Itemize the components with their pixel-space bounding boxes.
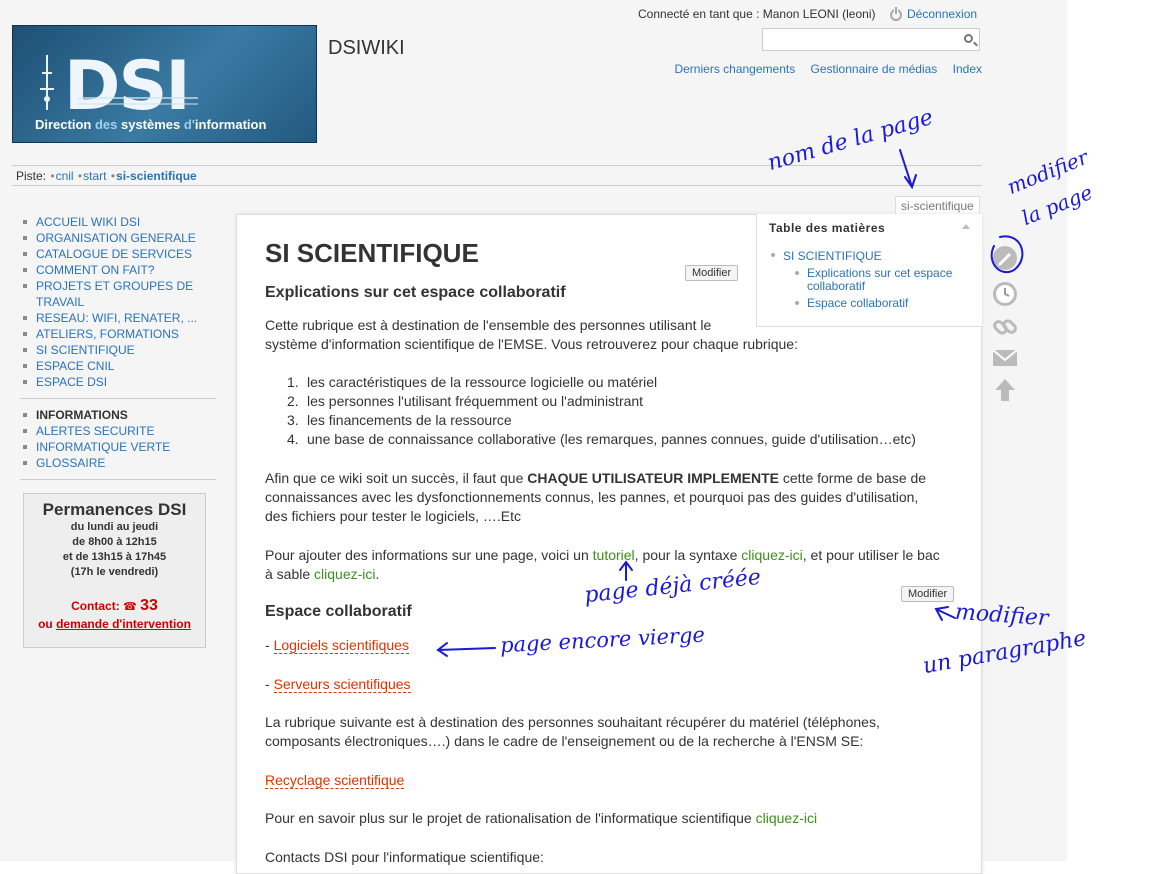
section-heading: Espace collaboratif: [265, 603, 412, 620]
projet-link[interactable]: cliquez-ici: [756, 810, 817, 826]
tutorial-link[interactable]: tutoriel: [593, 547, 635, 563]
sidebar-item-espace-cnil[interactable]: ESPACE CNIL: [36, 359, 114, 373]
list-item: 3. les financements de la ressource: [287, 412, 512, 428]
logo-text: DSI: [64, 47, 191, 126]
toc-item[interactable]: Espace collaboratif: [807, 296, 908, 310]
toc-title[interactable]: Table des matières: [769, 221, 982, 235]
header-divider: [12, 165, 982, 166]
clock-icon[interactable]: [990, 279, 1020, 309]
paragraph-success-line3: des fichiers pour tester le logiciels, ……: [265, 508, 521, 524]
collapse-caret-icon[interactable]: [962, 224, 970, 229]
sidebar: ACCUEIL WIKI DSI ORGANISATION GENERALE C…: [20, 214, 216, 488]
toc-item[interactable]: SI SCIENTIFIQUE: [783, 249, 882, 263]
site-title[interactable]: DSIWIKI: [328, 37, 405, 60]
paragraph-recyclage-line1: La rubrique suivante est à destination d…: [265, 714, 880, 730]
request-line: ou demande d'intervention: [38, 617, 191, 631]
sidebar-heading-informations: INFORMATIONS: [20, 407, 216, 423]
intervention-request-link[interactable]: demande d'intervention: [56, 617, 191, 631]
recent-changes-link[interactable]: Derniers changements: [674, 62, 795, 76]
sandbox-link[interactable]: cliquez-ici: [314, 566, 375, 582]
intro-line-1: Cette rubrique est à destination de l'en…: [265, 317, 712, 333]
link-icon[interactable]: [990, 312, 1020, 342]
toc-item[interactable]: Explications sur cet espace collaboratif: [807, 266, 952, 293]
pencil-icon[interactable]: [990, 243, 1020, 273]
sidebar-item-glossaire[interactable]: GLOSSAIRE: [36, 456, 105, 470]
breadcrumb-divider: [12, 185, 982, 186]
sidebar-divider-2: [20, 479, 216, 480]
search-icon[interactable]: [964, 34, 973, 43]
recyclage-scientifique-link[interactable]: Recyclage scientifique: [265, 772, 405, 789]
index-link[interactable]: Index: [953, 62, 982, 76]
page-name-tab: si-scientifique: [895, 196, 980, 215]
page-title: SI SCIENTIFIQUE: [265, 238, 479, 268]
sidebar-item-organisation[interactable]: ORGANISATION GENERALE: [36, 231, 196, 245]
list-item: 2. les personnes l'utilisant fréquemment …: [287, 393, 644, 409]
sidebar-item-alertes[interactable]: ALERTES SECURITE: [36, 424, 154, 438]
search-input[interactable]: [767, 30, 961, 51]
paragraph-contacts: Contacts DSI pour l'informatique scienti…: [265, 849, 544, 865]
permanences-box: Permanences DSI du lundi au jeudi de 8h0…: [23, 493, 206, 648]
media-manager-link[interactable]: Gestionnaire de médias: [811, 62, 938, 76]
sidebar-item-ateliers[interactable]: ATELIERS, FORMATIONS: [36, 327, 179, 341]
paragraph-success: Afin que ce wiki soit un succès, il faut…: [265, 470, 927, 486]
edit-section-button[interactable]: Modifier: [901, 586, 955, 602]
breadcrumb: Piste: •cnil •start •si-scientifique: [16, 169, 197, 183]
search-box: [762, 28, 980, 51]
sidebar-divider: [20, 398, 216, 399]
edit-section-button[interactable]: Modifier: [685, 265, 739, 281]
features-list: 1. les caractéristiques de la ressource l…: [287, 373, 916, 449]
intro-line-2: système d'information scientifique de l'…: [265, 336, 798, 352]
breadcrumb-item-current[interactable]: si-scientifique: [116, 169, 197, 183]
phone-icon: ☎: [123, 601, 137, 613]
paragraph-tutorial: Pour ajouter des informations sur une pa…: [265, 547, 940, 563]
contact-line: Contact: ☎ 33: [71, 597, 158, 614]
sidebar-item-projets[interactable]: PROJETS ET GROUPES DE TRAVAIL: [36, 279, 193, 309]
arrow-up-icon[interactable]: [990, 375, 1020, 405]
power-icon: [890, 7, 902, 21]
sidebar-item-espace-dsi[interactable]: ESPACE DSI: [36, 375, 107, 389]
dsi-logo[interactable]: DSI Direction des systèmes d'information: [12, 25, 317, 143]
contact-number: 33: [140, 597, 158, 614]
logiciels-scientifiques-link[interactable]: Logiciels scientifiques: [273, 637, 409, 654]
logo-binary-pattern: [78, 95, 198, 112]
sidebar-item-reseau[interactable]: RESEAU: WIFI, RENATER, ...: [36, 311, 197, 325]
sidebar-item-accueil[interactable]: ACCUEIL WIKI DSI: [36, 215, 140, 229]
logo-tagline: Direction des systèmes d'information: [35, 117, 267, 132]
breadcrumb-item-start[interactable]: start: [83, 169, 106, 183]
mail-icon[interactable]: [990, 343, 1020, 373]
syntax-link[interactable]: cliquez-ici: [741, 547, 802, 563]
sidebar-item-info-verte[interactable]: INFORMATIQUE VERTE: [36, 440, 170, 454]
section-heading: Explications sur cet espace collaboratif: [265, 284, 566, 301]
sidebar-item-comment[interactable]: COMMENT ON FAIT?: [36, 263, 154, 277]
top-navigation: Derniers changements Gestionnaire de méd…: [662, 62, 982, 76]
table-of-contents: Table des matières SI SCIENTIFIQUE Expli…: [756, 214, 982, 327]
breadcrumb-item-cnil[interactable]: cnil: [56, 169, 74, 183]
permanences-line: (17h le vendredi): [70, 566, 159, 578]
paragraph-success-line2: connaissances avec les dysfonctionnement…: [265, 489, 919, 505]
paragraph-recyclage-line2: composants électroniques….) dans le cadr…: [265, 733, 864, 749]
paragraph-projet: Pour en savoir plus sur le projet de rat…: [265, 810, 818, 826]
list-item: 4. une base de connaissance collaborative…: [287, 431, 916, 447]
permanences-line: et de 13h15 à 17h45: [62, 551, 167, 563]
permanences-title: Permanences DSI: [42, 500, 187, 519]
wanted-item: Recyclage scientifique: [265, 771, 965, 790]
serveurs-scientifiques-link[interactable]: Serveurs scientifiques: [273, 676, 411, 693]
wanted-item: - Serveurs scientifiques: [265, 676, 411, 693]
logout-link[interactable]: Déconnexion: [890, 7, 977, 21]
list-item: 1. les caractéristiques de la ressource l…: [287, 374, 658, 390]
sidebar-item-catalogue[interactable]: CATALOGUE DE SERVICES: [36, 247, 192, 261]
user-status: Connecté en tant que : Manon LEONI (leon…: [638, 7, 876, 21]
antenna-icon: [40, 55, 54, 110]
permanences-line: du lundi au jeudi: [70, 521, 159, 533]
sidebar-item-si-scientifique[interactable]: SI SCIENTIFIQUE: [36, 343, 135, 357]
permanences-line: de 8h00 à 12h15: [72, 536, 157, 548]
